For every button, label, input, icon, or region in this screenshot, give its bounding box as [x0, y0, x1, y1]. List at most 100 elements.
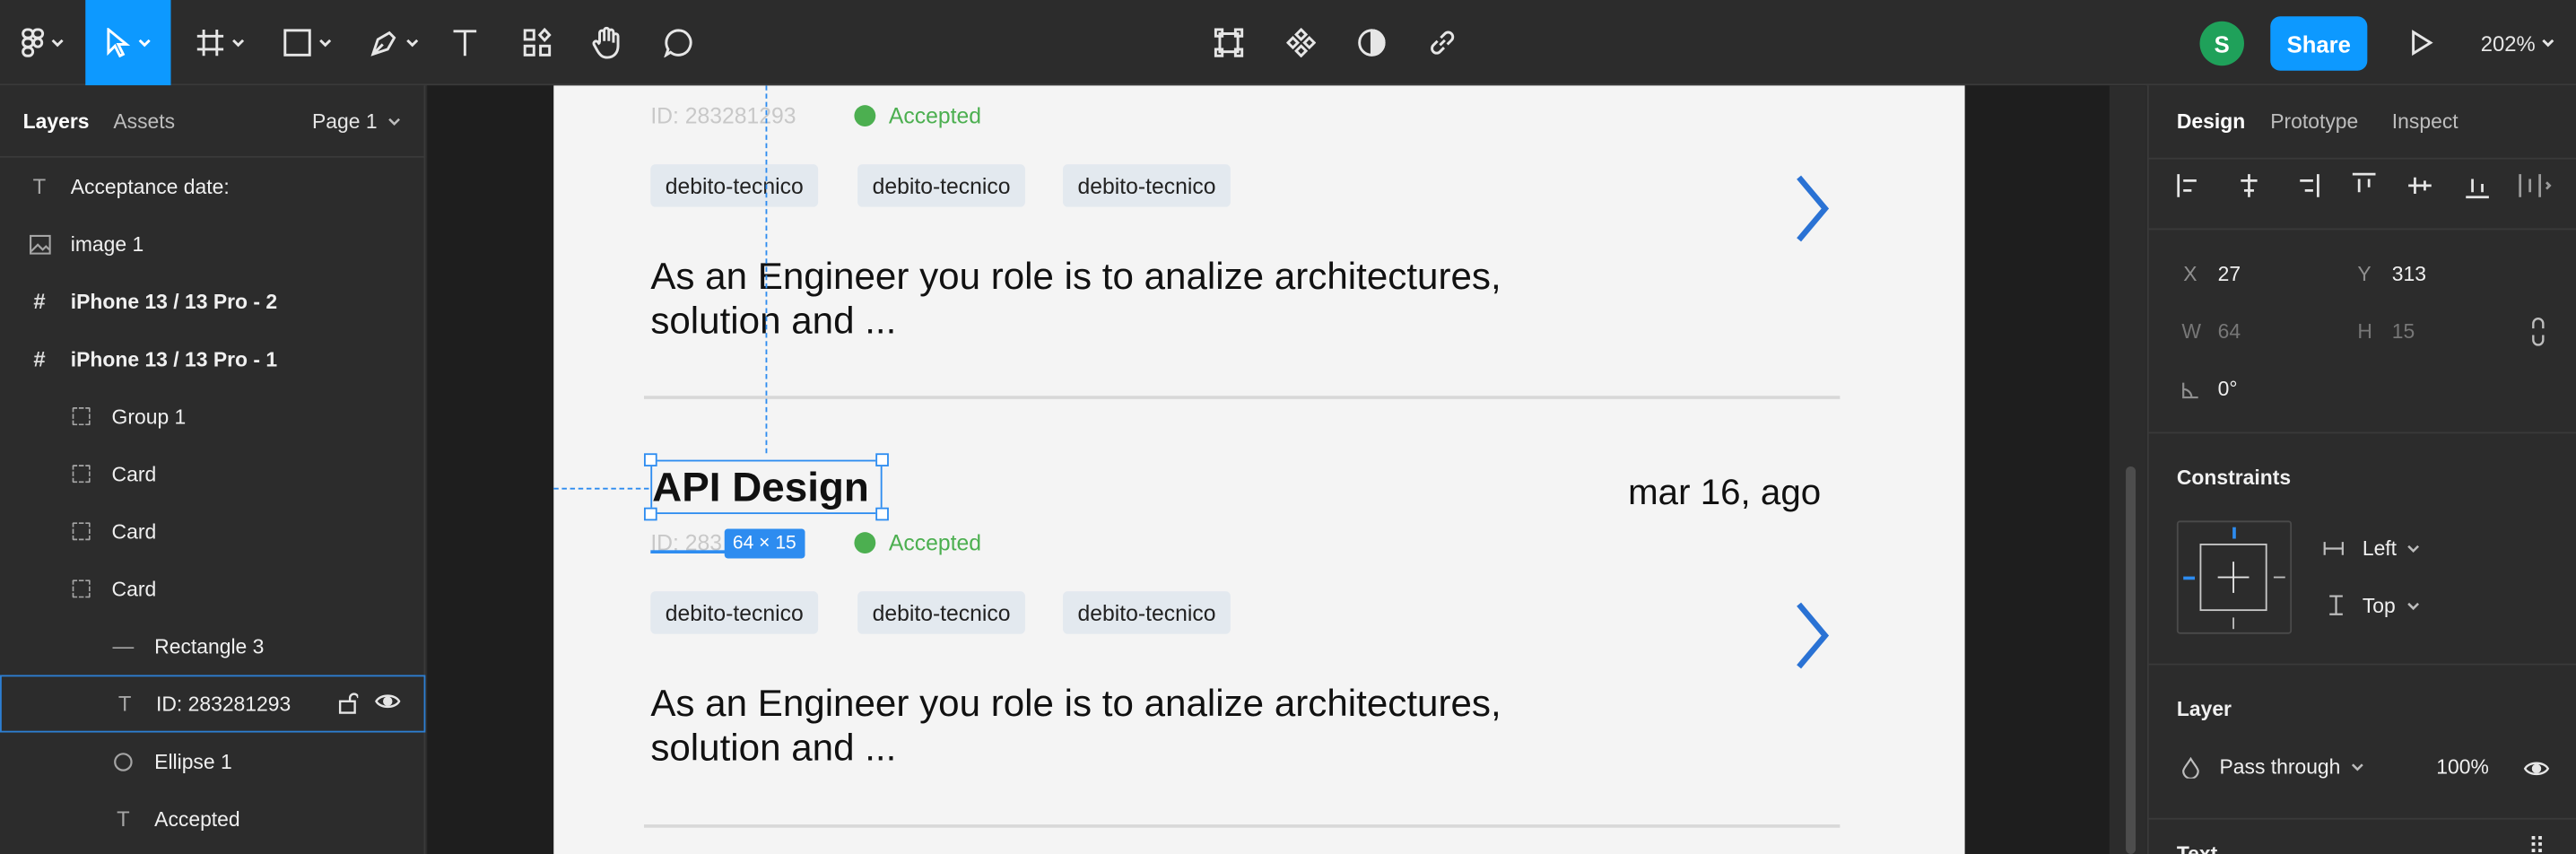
layer-section-title: Layer: [2176, 698, 2232, 721]
status-text[interactable]: Accepted: [889, 103, 981, 127]
eye-icon[interactable]: [2523, 759, 2550, 779]
layer-row[interactable]: Group 1: [0, 388, 425, 445]
text-section-title: Text: [2177, 842, 2217, 854]
page-selector[interactable]: Page 1: [312, 109, 401, 134]
canvas-scrollbar-thumb[interactable]: [2126, 466, 2137, 854]
mask-button[interactable]: [1352, 0, 1391, 85]
crop-frame-button[interactable]: [1209, 0, 1249, 85]
align-bottom-icon[interactable]: [2464, 172, 2490, 199]
group-icon: [69, 519, 92, 543]
play-icon: [2412, 30, 2433, 57]
constraint-bottom[interactable]: [2232, 617, 2234, 630]
status-dot[interactable]: [854, 105, 876, 126]
layer-row[interactable]: Card: [0, 445, 425, 502]
card-divider[interactable]: [643, 396, 1841, 399]
present-button[interactable]: [2404, 0, 2440, 85]
design-canvas[interactable]: ID: 283281293 Accepted debito-tecnico de…: [427, 85, 2146, 854]
share-button[interactable]: Share: [2270, 16, 2368, 71]
pen-tool-button[interactable]: [358, 0, 431, 85]
text-icon: T: [117, 691, 132, 717]
layer-row[interactable]: # iPhone 13 / 13 Pro - 2: [0, 273, 425, 330]
tag-chip[interactable]: debito-tecnico: [857, 591, 1026, 634]
card-id-text[interactable]: ID: 283281293: [650, 103, 796, 127]
hand-tool-button[interactable]: [585, 0, 628, 85]
layer-row[interactable]: Card: [0, 560, 425, 617]
align-horizontal-center-icon[interactable]: [2236, 172, 2262, 198]
align-right-icon[interactable]: [2293, 172, 2319, 198]
resize-handle[interactable]: [643, 453, 657, 466]
layer-row[interactable]: T Acceptance date:: [0, 158, 425, 215]
text-tool-button[interactable]: [444, 0, 487, 85]
opacity-input[interactable]: 100%: [2436, 755, 2489, 779]
align-top-icon[interactable]: [2351, 172, 2377, 198]
constraint-widget[interactable]: [2176, 520, 2293, 634]
frame-tool-button[interactable]: [184, 0, 257, 85]
status-dot[interactable]: [854, 532, 876, 553]
eye-icon[interactable]: [375, 692, 401, 711]
constraint-right[interactable]: [2273, 576, 2285, 579]
card-date[interactable]: mar 16, ago: [1628, 471, 1821, 514]
tag-chip[interactable]: debito-tecnico: [650, 591, 819, 634]
x-input[interactable]: 27: [2218, 263, 2241, 286]
layer-row[interactable]: T Accepted: [0, 790, 425, 848]
chevron-right-icon[interactable]: [1790, 170, 1833, 246]
blend-mode-dropdown[interactable]: Pass through: [2219, 755, 2364, 779]
description-line: As an Engineer you role is to analize ar…: [650, 681, 1501, 725]
move-tool-button[interactable]: [85, 0, 171, 86]
shape-tool-button[interactable]: [271, 0, 344, 85]
rotation-input[interactable]: 0°: [2218, 378, 2238, 401]
h-input[interactable]: 15: [2392, 320, 2415, 344]
link-button[interactable]: [1423, 0, 1462, 85]
main-menu-button[interactable]: [10, 0, 75, 85]
tag-chip[interactable]: debito-tecnico: [857, 164, 1026, 207]
layer-row[interactable]: image 1: [0, 215, 425, 273]
page-selector-label: Page 1: [312, 109, 378, 134]
tab-layers[interactable]: Layers: [23, 110, 90, 134]
chevron-down-icon: [2542, 39, 2554, 48]
y-input[interactable]: 313: [2392, 263, 2426, 286]
layer-row[interactable]: Card: [0, 502, 425, 560]
constraint-top-active[interactable]: [2232, 527, 2236, 539]
horizontal-constraint-dropdown[interactable]: Left: [2363, 537, 2421, 560]
layer-row[interactable]: Ellipse 1: [0, 733, 425, 790]
w-input[interactable]: 64: [2218, 320, 2241, 344]
align-left-icon[interactable]: [2177, 172, 2203, 198]
distribute-icon[interactable]: [2519, 172, 2552, 198]
card-divider[interactable]: [643, 824, 1841, 828]
layer-row[interactable]: — Rectangle 3: [0, 617, 425, 675]
tag-chip[interactable]: debito-tecnico: [1063, 591, 1231, 634]
layer-label: iPhone 13 / 13 Pro - 2: [70, 290, 278, 313]
tab-prototype[interactable]: Prototype: [2270, 110, 2358, 134]
resize-handle[interactable]: [875, 507, 889, 521]
constraint-left-active[interactable]: [2183, 576, 2196, 580]
chevron-down-icon: [319, 39, 332, 48]
user-avatar[interactable]: S: [2199, 21, 2244, 66]
resize-handle[interactable]: [643, 507, 657, 521]
unlock-icon[interactable]: [338, 692, 359, 715]
more-options-icon[interactable]: ⠿: [2528, 832, 2546, 854]
ellipse-icon: [112, 750, 135, 773]
iphone-frame[interactable]: ID: 283281293 Accepted debito-tecnico de…: [553, 85, 1965, 854]
card-description[interactable]: As an Engineer you role is to analize ar…: [650, 682, 1501, 771]
resources-tool-button[interactable]: [516, 0, 559, 85]
align-vertical-center-icon[interactable]: [2406, 172, 2432, 198]
layer-label: Card: [111, 462, 157, 486]
card-description[interactable]: As an Engineer you role is to analize ar…: [650, 255, 1501, 344]
tab-assets[interactable]: Assets: [113, 110, 175, 134]
layer-row-selected[interactable]: T ID: 283281293: [0, 675, 426, 733]
chevron-right-icon[interactable]: [1790, 597, 1833, 673]
constrain-proportions-icon[interactable]: [2530, 317, 2546, 346]
description-line: As an Engineer you role is to analize ar…: [650, 254, 1501, 298]
create-component-button[interactable]: [1282, 0, 1321, 85]
zoom-dropdown[interactable]: 202%: [2481, 0, 2555, 85]
resize-handle[interactable]: [875, 453, 889, 466]
tab-design[interactable]: Design: [2177, 110, 2245, 134]
vertical-constraint-dropdown[interactable]: Top: [2363, 595, 2419, 617]
properties-panel: Design Prototype Inspect X 27 Y 313 W 64…: [2146, 85, 2576, 854]
status-text[interactable]: Accepted: [889, 530, 981, 554]
comment-tool-button[interactable]: [657, 0, 701, 85]
tab-inspect[interactable]: Inspect: [2392, 110, 2459, 134]
tag-chip[interactable]: debito-tecnico: [650, 164, 819, 207]
tag-chip[interactable]: debito-tecnico: [1063, 164, 1231, 207]
layer-row[interactable]: # iPhone 13 / 13 Pro - 1: [0, 330, 425, 388]
